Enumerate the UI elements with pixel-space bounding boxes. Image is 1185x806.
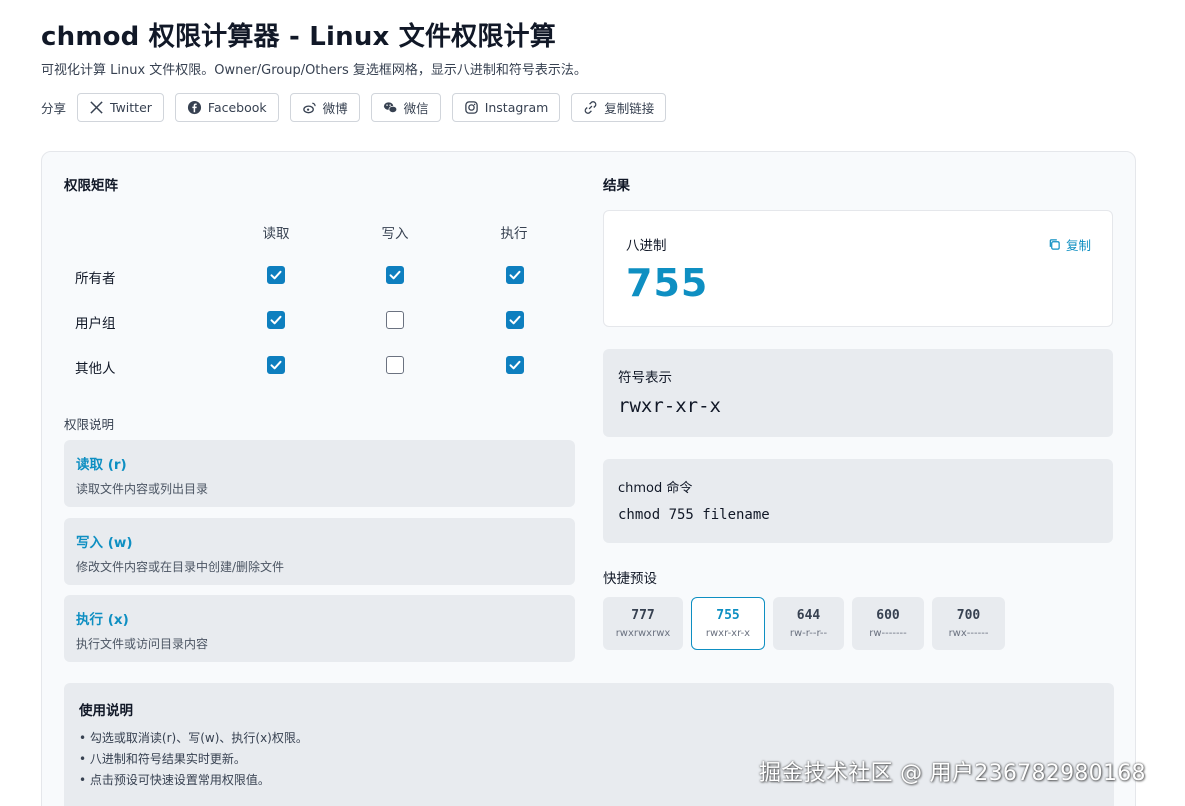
row-label-owner: 所有者 — [75, 271, 116, 287]
usage-instructions-card: 使用说明 勾选或取消读(r)、写(w)、执行(x)权限。 八进制和符号结果实时更… — [64, 683, 1114, 806]
share-button-label: 微博 — [322, 100, 348, 116]
share-button-label: 复制链接 — [604, 100, 655, 116]
check-icon — [509, 270, 521, 280]
permission-read-description: 读取 (r) 读取文件内容或列出目录 — [64, 440, 575, 507]
wechat-icon — [383, 100, 398, 115]
left-column: 权限矩阵 读取 写入 执行 所有者 用户组 其他人 权限说明 读取 (r) 读取… — [64, 174, 575, 662]
right-column: 结果 八进制 复制 755 符号表示 rwxr-xr-x chmod 命令 ch… — [603, 174, 1114, 650]
share-facebook-button[interactable]: Facebook — [174, 92, 279, 122]
check-icon — [270, 315, 282, 325]
check-icon — [509, 360, 521, 370]
facebook-icon — [187, 100, 202, 115]
presets-row: 777 rwxrwxrwx 755 rwxr-xr-x 644 rw-r--r-… — [603, 597, 1013, 650]
permission-read-title: 读取 (r) — [76, 457, 127, 473]
share-wechat-button[interactable]: 微信 — [370, 92, 441, 122]
share-label: 分享 — [41, 100, 67, 116]
permission-read-text: 读取文件内容或列出目录 — [76, 482, 209, 496]
page-subtitle: 可视化计算 Linux 文件权限。Owner/Group/Others 复选框网… — [41, 63, 587, 78]
checkbox-others-read[interactable] — [267, 356, 285, 374]
link-icon — [583, 100, 598, 115]
copy-link-button[interactable]: 复制链接 — [571, 92, 667, 122]
presets-title: 快捷预设 — [603, 571, 657, 587]
preset-symbolic: rwxrwxrwx — [615, 628, 671, 639]
octal-label: 八进制 — [626, 238, 667, 254]
preset-value: 700 — [956, 608, 981, 623]
share-twitter-button[interactable]: Twitter — [77, 92, 164, 122]
check-icon — [389, 270, 401, 280]
command-label: chmod 命令 — [618, 481, 693, 496]
check-icon — [270, 360, 282, 370]
x-icon — [89, 100, 104, 115]
permission-execute-description: 执行 (x) 执行文件或访问目录内容 — [64, 595, 575, 662]
checkbox-owner-write[interactable] — [386, 266, 404, 284]
watermark: 掘金技术社区 @ 用户2367829801­68 — [759, 761, 1146, 786]
permission-execute-title: 执行 (x) — [76, 612, 129, 628]
preset-value: 600 — [876, 608, 900, 623]
result-title: 结果 — [603, 178, 630, 194]
preset-777-button[interactable]: 777 rwxrwxrwx — [603, 597, 683, 650]
permission-description-title: 权限说明 — [64, 417, 115, 432]
checkbox-owner-execute[interactable] — [506, 266, 524, 284]
octal-value: 755 — [626, 261, 709, 305]
column-header-write: 写入 — [381, 226, 409, 242]
preset-value: 755 — [716, 608, 740, 623]
share-instagram-button[interactable]: Instagram — [451, 92, 561, 122]
instagram-icon — [464, 100, 479, 115]
command-result-card: chmod 命令 chmod 755 filename — [603, 459, 1113, 543]
usage-item: 勾选或取消读(r)、写(w)、执行(x)权限。 — [79, 728, 1099, 749]
share-button-label: Twitter — [110, 99, 152, 115]
octal-result-card: 八进制 复制 755 — [603, 210, 1113, 327]
copy-octal-button[interactable]: 复制 — [1048, 235, 1091, 254]
preset-symbolic: rwx------ — [948, 628, 989, 639]
calculator-card: 权限矩阵 读取 写入 执行 所有者 用户组 其他人 权限说明 读取 (r) 读取… — [41, 151, 1136, 806]
share-button-label: Facebook — [207, 99, 267, 115]
copy-icon — [1049, 239, 1060, 250]
permission-write-text: 修改文件内容或在目录中创建/删除文件 — [76, 560, 285, 574]
check-icon — [270, 270, 282, 280]
symbolic-result-card: 符号表示 rwxr-xr-x — [603, 349, 1113, 437]
preset-value: 644 — [796, 608, 821, 623]
symbolic-label: 符号表示 — [618, 370, 672, 386]
preset-600-button[interactable]: 600 rw------- — [852, 597, 924, 650]
preset-symbolic: rw-r--r-- — [789, 628, 828, 639]
usage-title: 使用说明 — [79, 703, 133, 719]
checkbox-others-execute[interactable] — [506, 356, 524, 374]
permission-write-description: 写入 (w) 修改文件内容或在目录中创建/删除文件 — [64, 518, 575, 585]
weibo-icon — [302, 100, 317, 115]
symbolic-value: rwxr-xr-x — [618, 395, 721, 417]
checkbox-group-write[interactable] — [386, 311, 404, 329]
share-button-label: 微信 — [403, 100, 429, 116]
page-title: chmod 权限计算器 - Linux 文件权限计算 — [41, 22, 556, 52]
checkbox-owner-read[interactable] — [267, 266, 285, 284]
share-button-label: Instagram — [484, 99, 549, 115]
row-label-others: 其他人 — [75, 361, 116, 377]
share-weibo-button[interactable]: 微博 — [289, 92, 360, 122]
column-header-read: 读取 — [262, 226, 290, 242]
preset-symbolic: rwxr-xr-x — [705, 628, 751, 639]
permission-execute-text: 执行文件或访问目录内容 — [76, 637, 209, 651]
share-bar: 分享 Twitter Facebook 微博 微信 Instagram 复制链接 — [41, 92, 677, 122]
checkbox-group-execute[interactable] — [506, 311, 524, 329]
preset-755-button[interactable]: 755 rwxr-xr-x — [691, 597, 765, 650]
command-value: chmod 755 filename — [618, 507, 770, 523]
preset-644-button[interactable]: 644 rw-r--r-- — [773, 597, 844, 650]
preset-700-button[interactable]: 700 rwx------ — [932, 597, 1005, 650]
check-icon — [509, 315, 521, 325]
checkbox-others-write[interactable] — [386, 356, 404, 374]
permission-write-title: 写入 (w) — [76, 535, 133, 551]
copy-label: 复制 — [1065, 238, 1091, 253]
matrix-title: 权限矩阵 — [64, 178, 118, 194]
row-label-group: 用户组 — [75, 316, 116, 332]
checkbox-group-read[interactable] — [267, 311, 285, 329]
preset-symbolic: rw------- — [869, 628, 907, 639]
column-header-execute: 执行 — [500, 226, 528, 242]
preset-value: 777 — [631, 608, 655, 623]
